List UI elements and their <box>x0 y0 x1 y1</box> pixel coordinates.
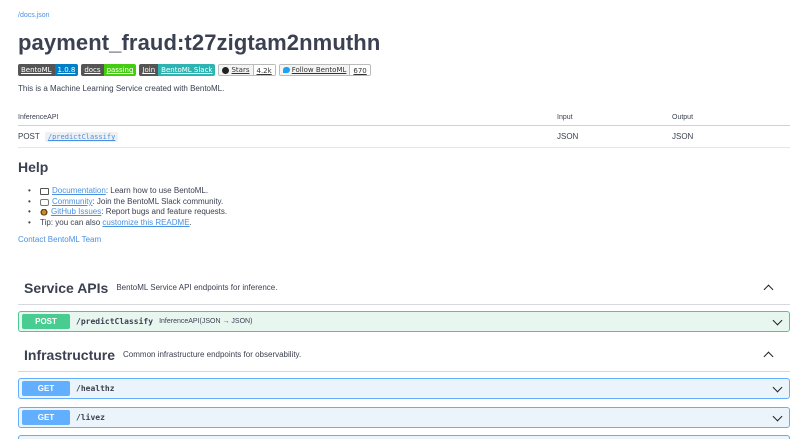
section-title: Infrastructure <box>24 346 116 363</box>
list-item: GitHub Issues : Report bugs and feature … <box>28 207 227 218</box>
section-description: Common infrastructure endpoints for obse… <box>123 350 302 359</box>
badge-label: Stars <box>231 66 250 74</box>
operation-summary: InferenceAPI(JSON → JSON) <box>159 318 253 325</box>
service-description: This is a Machine Learning Service creat… <box>18 84 225 93</box>
badge-label: docs <box>81 64 104 76</box>
bug-icon <box>40 208 48 217</box>
column-header-input: Input <box>557 112 672 126</box>
section-title: Service APIs <box>24 279 109 296</box>
method-badge: GET <box>22 410 70 425</box>
tip-prefix: Tip: you can also <box>40 218 103 228</box>
chevron-up-icon[interactable] <box>762 348 776 362</box>
api-cell: POST /predictClassify <box>18 125 557 148</box>
badge-value: passing <box>103 64 137 76</box>
twitter-icon <box>282 67 290 73</box>
community-link[interactable]: Community <box>52 197 92 208</box>
badge-value: 670 <box>350 65 370 75</box>
badge-label-wrap: Follow BentoML <box>279 65 351 75</box>
chevron-down-icon[interactable] <box>771 382 785 396</box>
twitter-follow-badge[interactable]: Follow BentoML 670 <box>278 64 371 76</box>
method-badge: GET <box>22 381 70 396</box>
method-badge: POST <box>22 314 70 329</box>
infrastructure-section: Infrastructure Common infrastructure end… <box>18 338 790 372</box>
api-method: POST <box>18 132 40 141</box>
chat-bubble-icon <box>40 198 49 206</box>
slack-badge[interactable]: Join BentoML Slack <box>139 64 216 76</box>
badge-label: Join <box>139 64 159 76</box>
operation-get-healthz[interactable]: GET /healthz <box>18 378 790 399</box>
help-item-text: : Join the BentoML Slack community. <box>92 196 224 206</box>
infrastructure-header[interactable]: Infrastructure Common infrastructure end… <box>18 338 790 372</box>
chevron-down-icon[interactable] <box>771 411 785 425</box>
customize-readme-link[interactable]: customize this README <box>102 218 189 229</box>
badge-value: BentoML Slack <box>158 64 216 76</box>
service-apis-header[interactable]: Service APIs BentoML Service API endpoin… <box>18 271 790 305</box>
badge-label-wrap: Stars <box>219 65 254 75</box>
badge-label: Follow BentoML <box>291 66 347 74</box>
operation-path: /livez <box>76 413 105 422</box>
help-heading: Help <box>18 159 49 175</box>
help-list: Documentation : Learn how to use BentoML… <box>28 186 227 229</box>
operation-get-partial[interactable] <box>18 435 790 439</box>
bentoml-version-badge[interactable]: BentoML 1.0.8 <box>18 64 79 76</box>
operation-get-livez[interactable]: GET /livez <box>18 407 790 428</box>
chevron-up-icon[interactable] <box>762 281 776 295</box>
list-item: Community : Join the BentoML Slack commu… <box>28 197 227 208</box>
book-icon <box>40 187 49 195</box>
badge-value: 4.2k <box>253 65 275 75</box>
documentation-link[interactable]: Documentation <box>52 186 106 197</box>
contact-link[interactable]: Contact BentoML Team <box>18 235 101 244</box>
badge-row: BentoML 1.0.8 docs passing Join BentoML … <box>18 64 371 76</box>
table-row: POST /predictClassify JSON JSON <box>18 125 790 148</box>
service-apis-section: Service APIs BentoML Service API endpoin… <box>18 271 790 305</box>
github-icon <box>222 66 230 74</box>
table-header-row: InferenceAPI Input Output <box>18 112 790 126</box>
inference-api-table: InferenceAPI Input Output POST /predictC… <box>18 112 790 148</box>
list-item: Tip: you can also customize this README … <box>28 218 227 229</box>
operation-path: /healthz <box>76 384 115 393</box>
api-path-link[interactable]: /predictClassify <box>44 132 119 142</box>
column-header-inferenceapi: InferenceAPI <box>18 112 557 126</box>
api-output: JSON <box>672 125 790 148</box>
list-item: Documentation : Learn how to use BentoML… <box>28 186 227 197</box>
operation-post-predictclassify[interactable]: POST /predictClassify InferenceAPI(JSON … <box>18 311 790 332</box>
badge-value: 1.0.8 <box>54 64 79 76</box>
docs-status-badge[interactable]: docs passing <box>81 64 137 76</box>
docs-json-link[interactable]: /docs.json <box>18 12 50 19</box>
github-stars-badge[interactable]: Stars 4.2k <box>218 64 276 76</box>
github-issues-link[interactable]: GitHub Issues <box>51 207 101 218</box>
api-input: JSON <box>557 125 672 148</box>
chevron-down-icon[interactable] <box>771 315 785 329</box>
help-item-text: : Report bugs and feature requests. <box>101 207 228 217</box>
operation-path: /predictClassify <box>76 317 154 326</box>
page-title: payment_fraud:t27zigtam2nmuthn <box>18 30 381 55</box>
column-header-output: Output <box>672 112 790 126</box>
help-item-text: . <box>189 218 192 228</box>
badge-label: BentoML <box>18 64 55 76</box>
help-item-text: : Learn how to use BentoML. <box>105 186 209 195</box>
section-description: BentoML Service API endpoints for infere… <box>116 283 278 292</box>
